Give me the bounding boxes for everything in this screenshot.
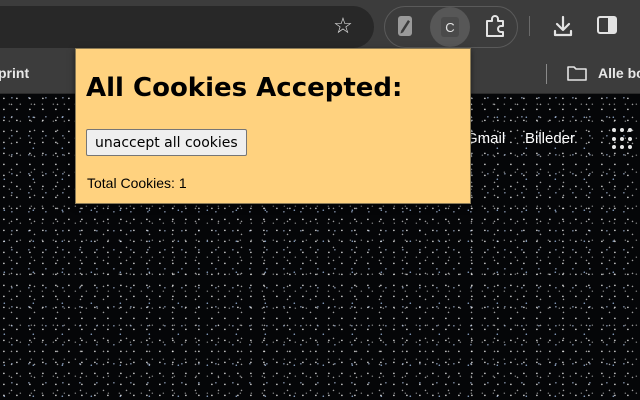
- total-cookies-label: Total Cookies: 1: [87, 175, 187, 191]
- gmail-link[interactable]: Gmail: [466, 130, 505, 147]
- puzzle-extensions-icon[interactable]: [482, 13, 508, 39]
- download-icon[interactable]: [550, 13, 576, 39]
- cookie-extension-icon[interactable]: C: [441, 17, 459, 37]
- popup-title: All Cookies Accepted:: [86, 73, 403, 103]
- apps-grid-icon[interactable]: [612, 128, 634, 150]
- extension-popup: All Cookies Accepted: unaccept all cooki…: [75, 48, 471, 204]
- pencil-extension-icon[interactable]: [393, 14, 417, 38]
- address-bar[interactable]: [0, 6, 374, 48]
- bookmark-item[interactable]: print: [0, 65, 29, 81]
- browser-toolbar: ☆ C: [0, 0, 640, 54]
- bookmark-star-icon[interactable]: ☆: [330, 13, 356, 39]
- side-panel-icon[interactable]: [596, 14, 618, 36]
- unaccept-all-cookies-button[interactable]: unaccept all cookies: [86, 129, 247, 156]
- toolbar-separator: [529, 16, 530, 36]
- all-bookmarks-item[interactable]: Alle bo: [598, 65, 640, 81]
- images-link[interactable]: Billeder: [525, 130, 575, 147]
- folder-icon: [567, 66, 587, 81]
- bookmarks-separator: [546, 64, 547, 84]
